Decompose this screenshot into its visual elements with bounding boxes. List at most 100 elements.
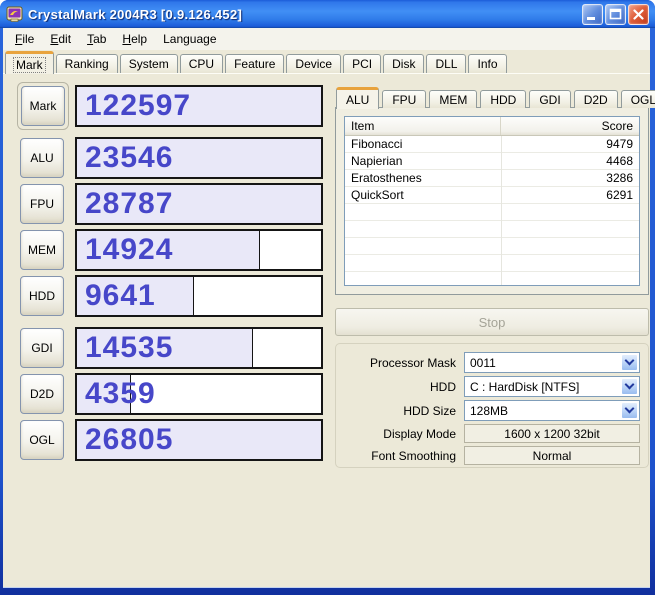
benchmark-row-ogl: OGL 26805 <box>17 419 323 461</box>
close-icon <box>633 8 644 20</box>
alu-score-value: 23546 <box>85 141 174 174</box>
display-mode-row: Display Mode 1600 x 1200 32bit <box>344 424 640 443</box>
menu-language[interactable]: Language <box>155 29 224 49</box>
list-item[interactable]: Eratosthenes 3286 <box>345 170 639 187</box>
minimize-icon <box>587 16 595 20</box>
benchmark-row-hdd: HDD 9641 <box>17 275 323 317</box>
stop-button[interactable]: Stop <box>335 308 649 336</box>
main-tab-strip: Mark Ranking System CPU Feature Device P… <box>3 50 650 74</box>
tab-feature[interactable]: Feature <box>225 54 285 73</box>
mark-score-bar: 122597 <box>75 85 323 127</box>
column-header-score[interactable]: Score <box>501 117 639 135</box>
processor-mask-row: Processor Mask 0011 <box>344 352 640 373</box>
alu-button[interactable]: ALU <box>20 138 64 178</box>
listview-body: Fibonacci 9479 Napierian 4468 Eratosthen… <box>345 136 639 285</box>
menu-tab[interactable]: Tab <box>79 29 114 49</box>
tab-dll[interactable]: DLL <box>426 54 467 73</box>
detail-tab-page: Item Score Fibonacci 9479 Napierian 4468 <box>335 107 649 295</box>
hdd-size-row: HDD Size 128MB <box>344 400 640 421</box>
mark-tab-page: Mark 122597 ALU 23546 FPU 28787 MEM 1492… <box>3 74 655 588</box>
menu-help[interactable]: Help <box>114 29 155 49</box>
detail-tab-hdd[interactable]: HDD <box>480 90 527 108</box>
list-item[interactable]: Napierian 4468 <box>345 153 639 170</box>
window-title: CrystalMark 2004R3 [0.9.126.452] <box>28 6 243 22</box>
title-bar: CrystalMark 2004R3 [0.9.126.452] <box>0 0 655 28</box>
tab-mark[interactable]: Mark <box>5 51 54 74</box>
processor-mask-combo[interactable]: 0011 <box>464 352 640 373</box>
d2d-score-value: 4359 <box>85 377 156 410</box>
detail-panel: ALU FPU MEM HDD GDI D2D OGL Item Score F… <box>335 86 655 468</box>
tab-pci[interactable]: PCI <box>343 54 382 73</box>
tab-info[interactable]: Info <box>468 54 507 73</box>
benchmark-panel: Mark 122597 ALU 23546 FPU 28787 MEM 1492… <box>17 82 323 465</box>
tab-ranking[interactable]: Ranking <box>55 54 118 73</box>
settings-group: Processor Mask 0011 HDD C : HardDisk [NT… <box>335 343 649 468</box>
list-item[interactable]: QuickSort 6291 <box>345 187 639 204</box>
ogl-score-value: 26805 <box>85 423 174 456</box>
empty-list-row <box>345 255 639 272</box>
fpu-score-bar: 28787 <box>75 183 323 225</box>
maximize-icon <box>609 8 622 19</box>
d2d-button[interactable]: D2D <box>20 374 64 414</box>
empty-list-row <box>345 204 639 221</box>
processor-mask-value: 0011 <box>470 355 496 370</box>
benchmark-row-d2d: D2D 4359 <box>17 373 323 415</box>
fpu-button[interactable]: FPU <box>20 184 64 224</box>
ogl-score-bar: 26805 <box>75 419 323 461</box>
hdd-row: HDD C : HardDisk [NTFS] <box>344 376 640 397</box>
font-smoothing-row: Font Smoothing Normal <box>344 446 640 465</box>
close-button[interactable] <box>628 3 649 25</box>
detail-tab-d2d[interactable]: D2D <box>573 90 618 108</box>
result-listview: Item Score Fibonacci 9479 Napierian 4468 <box>344 116 640 286</box>
benchmark-row-alu: ALU 23546 <box>17 137 323 179</box>
list-item[interactable]: Fibonacci 9479 <box>345 136 639 153</box>
detail-tab-strip: ALU FPU MEM HDD GDI D2D OGL <box>335 86 655 109</box>
hdd-label: HDD <box>430 379 456 394</box>
detail-tab-ogl[interactable]: OGL <box>620 90 655 108</box>
d2d-score-bar: 4359 <box>75 373 323 415</box>
tab-device[interactable]: Device <box>286 54 342 73</box>
menu-file[interactable]: File <box>7 29 42 49</box>
tab-disk[interactable]: Disk <box>383 54 425 73</box>
font-smoothing-label: Font Smoothing <box>371 448 456 463</box>
benchmark-row-gdi: GDI 14535 <box>17 327 323 369</box>
menu-edit[interactable]: Edit <box>42 29 79 49</box>
empty-list-row <box>345 238 639 255</box>
gdi-button[interactable]: GDI <box>20 328 64 368</box>
tab-cpu[interactable]: CPU <box>179 54 224 73</box>
ogl-button[interactable]: OGL <box>20 420 64 460</box>
default-button-frame: Mark <box>17 82 69 130</box>
maximize-button[interactable] <box>605 3 626 25</box>
benchmark-row-fpu: FPU 28787 <box>17 183 323 225</box>
app-icon[interactable] <box>6 6 23 23</box>
detail-tab-alu[interactable]: ALU <box>336 87 380 109</box>
chevron-down-icon <box>624 403 635 414</box>
column-header-item[interactable]: Item <box>345 117 501 135</box>
hdd-score-value: 9641 <box>85 279 156 312</box>
hdd-score-bar: 9641 <box>75 275 323 317</box>
hdd-size-combo[interactable]: 128MB <box>464 400 640 421</box>
hdd-combo[interactable]: C : HardDisk [NTFS] <box>464 376 640 397</box>
fpu-score-value: 28787 <box>85 187 174 220</box>
listview-header: Item Score <box>345 117 639 136</box>
tab-system[interactable]: System <box>119 54 178 73</box>
minimize-button[interactable] <box>582 3 603 25</box>
mem-score-value: 14924 <box>85 233 174 266</box>
hdd-value: C : HardDisk [NTFS] <box>470 379 580 394</box>
detail-tab-fpu[interactable]: FPU <box>382 90 427 108</box>
chevron-down-icon <box>624 379 635 390</box>
mark-score-value: 122597 <box>85 89 192 122</box>
benchmark-row-mark: Mark 122597 <box>17 82 323 130</box>
display-mode-value: 1600 x 1200 32bit <box>464 424 640 443</box>
hdd-button[interactable]: HDD <box>20 276 64 316</box>
processor-mask-label: Processor Mask <box>369 355 456 370</box>
empty-list-row <box>345 272 639 285</box>
dropdown-button[interactable] <box>621 354 638 371</box>
dropdown-button[interactable] <box>621 402 638 419</box>
detail-tab-gdi[interactable]: GDI <box>529 90 571 108</box>
detail-tab-mem[interactable]: MEM <box>429 90 478 108</box>
dropdown-button[interactable] <box>621 378 638 395</box>
menu-bar: File Edit Tab Help Language <box>3 28 650 50</box>
mem-button[interactable]: MEM <box>20 230 64 270</box>
mark-button[interactable]: Mark <box>21 86 65 126</box>
